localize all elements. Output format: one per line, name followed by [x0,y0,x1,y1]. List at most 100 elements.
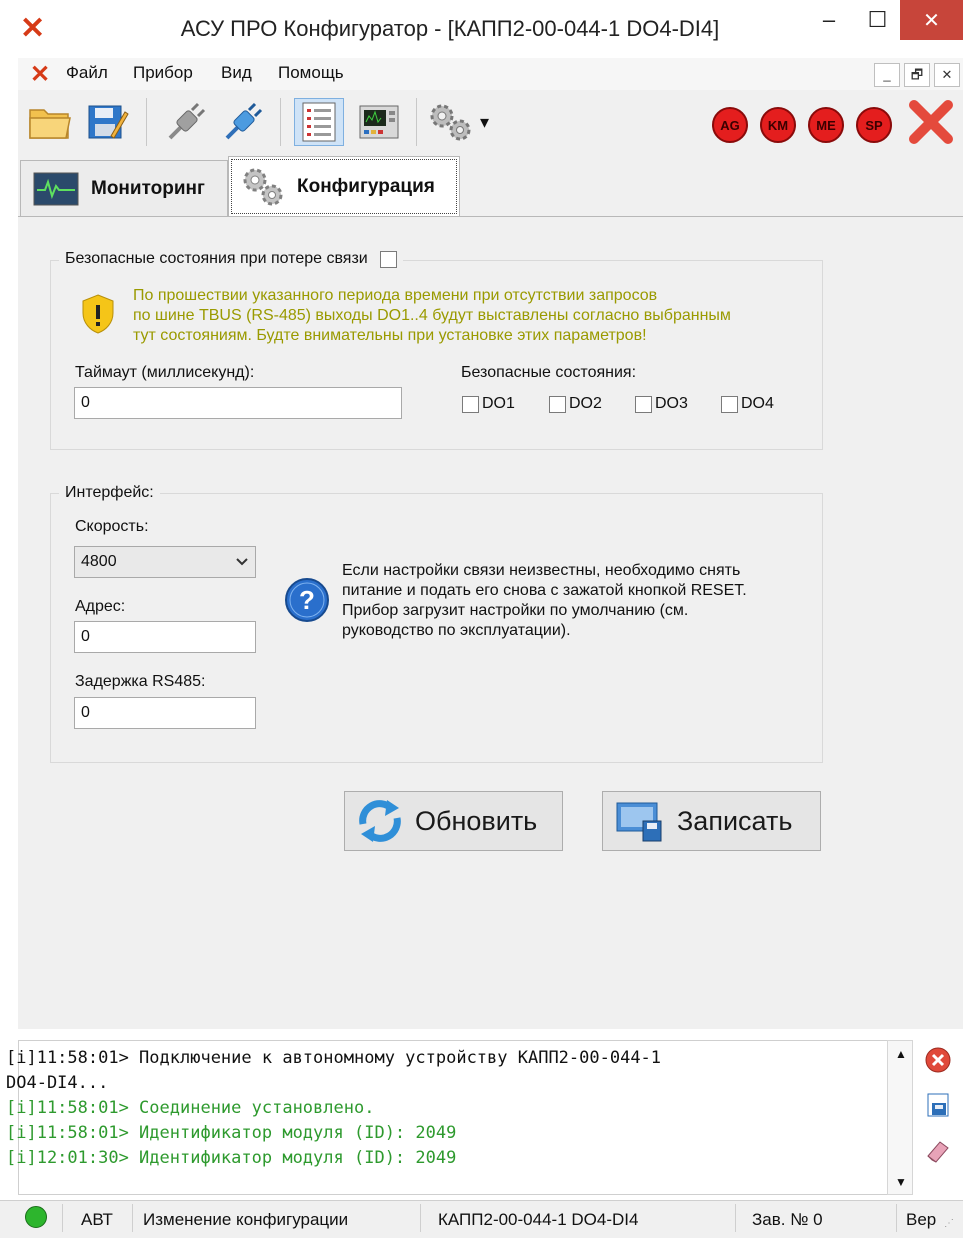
tab-configuration[interactable]: Конфигурация [228,156,460,217]
plug-blue-icon [225,102,263,140]
speed-label: Скорость: [75,518,149,535]
close-window-button[interactable]: ✕ [900,0,963,40]
toolbar-separator [416,98,417,146]
scroll-down-icon[interactable]: ▼ [895,1175,907,1189]
do4-checkbox-item[interactable]: DO4 [721,395,774,413]
safe-states-enable-checkbox[interactable] [379,250,397,268]
tab-monitoring[interactable]: Мониторинг [20,160,228,216]
window-title: АСУ ПРО Конфигуратор - [КАПП2-00-044-1 D… [180,16,720,41]
warning-line-1: По прошествии указанного периода времени… [133,287,658,304]
speed-value: 4800 [81,553,117,570]
do3-checkbox[interactable] [635,395,652,413]
do1-checkbox-item[interactable]: DO1 [462,395,515,413]
chevron-down-icon: ▾ [480,111,490,132]
status-separator [896,1204,897,1232]
warning-shield-icon [80,293,116,340]
safe-states-legend: Безопасные состояния при потере связи [59,250,403,268]
log-line: DO4-DI4... [6,1073,109,1093]
tab-configuration-label: Конфигурация [297,176,435,197]
save-log-button[interactable] [920,1087,956,1123]
do2-checkbox[interactable] [549,395,566,413]
timeout-input[interactable]: 0 [74,387,402,419]
chevron-down-icon [236,558,248,566]
status-version: Вер [906,1210,936,1229]
save-log-icon [927,1093,949,1117]
plug-gray-icon [168,102,206,140]
me-button[interactable]: ME [808,107,844,143]
mdi-minimize-button[interactable]: _ [874,63,900,87]
mdi-restore-button[interactable]: 🗗 [904,63,930,87]
open-folder-button[interactable] [26,98,76,146]
refresh-icon [359,800,401,842]
log-line: [i]12:01:30> Идентификатор модуля (ID): … [6,1148,457,1168]
maximize-button[interactable]: ☐ [855,0,900,40]
status-mode: АВТ [81,1210,113,1229]
address-input[interactable]: 0 [74,621,256,653]
menu-view[interactable]: Вид [221,63,252,83]
do4-label: DO4 [741,395,774,412]
status-action: Изменение конфигурации [143,1210,349,1229]
speed-select[interactable]: 4800 [74,546,256,578]
minimize-button[interactable]: – [800,0,858,40]
gears-icon [243,168,283,206]
do4-checkbox[interactable] [721,395,738,413]
form-list-icon [302,102,336,142]
toolbar: ▾ AG KM ME SP [18,90,963,155]
warning-line-2: по шине TBUS (RS-485) выходы DO1..4 буду… [133,307,731,324]
red-x-icon [909,100,953,144]
write-button[interactable]: Записать [602,791,821,851]
write-button-label: Записать [677,805,793,836]
connect-button[interactable] [218,98,268,146]
folder-icon [29,109,71,139]
gears-icon [430,104,471,141]
do1-checkbox[interactable] [462,395,479,413]
stop-button[interactable] [902,98,960,146]
svg-text:?: ? [299,585,315,615]
eraser-icon [927,1141,949,1163]
menu-help[interactable]: Помощь [278,63,344,83]
ag-button[interactable]: AG [712,107,748,143]
do3-label: DO3 [655,395,688,412]
do1-label: DO1 [482,395,515,412]
erase-log-button[interactable] [920,1132,956,1168]
safe-states-outputs-label: Безопасные состояния: [461,364,637,381]
clear-errors-button[interactable] [920,1042,956,1078]
log-scrollbar[interactable]: ▲ ▼ [887,1040,913,1195]
do2-checkbox-item[interactable]: DO2 [549,395,602,413]
interface-legend: Интерфейс: [59,484,160,502]
info-line-4: руководство по эксплуатации). [342,622,571,639]
log-line: [i]11:58:01> Соединение установлено. [6,1098,375,1118]
safe-states-title: Безопасные состояния при потере связи [65,250,368,267]
scroll-up-icon[interactable]: ▲ [895,1047,907,1061]
rs485-delay-input[interactable]: 0 [74,697,256,729]
floppy-edit-icon [88,105,129,139]
menu-device[interactable]: Прибор [133,63,193,83]
pulse-monitor-icon [33,172,79,205]
refresh-button-label: Обновить [415,805,538,836]
app-menu-icon[interactable]: ✕ [30,60,50,89]
status-separator [132,1204,133,1232]
mdi-close-button[interactable]: ✕ [934,63,960,87]
status-separator [62,1204,63,1232]
save-button[interactable] [82,98,132,146]
rs485-delay-label: Задержка RS485: [75,673,206,690]
write-to-device-icon [616,802,662,842]
do3-checkbox-item[interactable]: DO3 [635,395,688,413]
status-device: КАПП2-00-044-1 DO4-DI4 [438,1210,639,1229]
km-button[interactable]: KM [760,107,796,143]
menu-file[interactable]: Файл [66,63,108,83]
refresh-button[interactable]: Обновить [344,791,563,851]
sp-button[interactable]: SP [856,107,892,143]
status-separator [735,1204,736,1232]
configuration-view-button[interactable] [294,98,344,146]
info-line-1: Если настройки связи неизвестны, необход… [342,562,741,579]
disconnect-button[interactable] [161,98,211,146]
log-line: [i]11:58:01> Подключение к автономному у… [6,1048,662,1068]
connection-status-indicator [25,1206,47,1228]
monitoring-view-button[interactable] [354,98,404,146]
resize-grip-icon[interactable]: ⋰ [944,1218,954,1229]
toolbar-separator [280,98,281,146]
do2-label: DO2 [569,395,602,412]
app-logo-icon: ✕ [20,12,46,45]
settings-dropdown-button[interactable]: ▾ [426,98,506,146]
